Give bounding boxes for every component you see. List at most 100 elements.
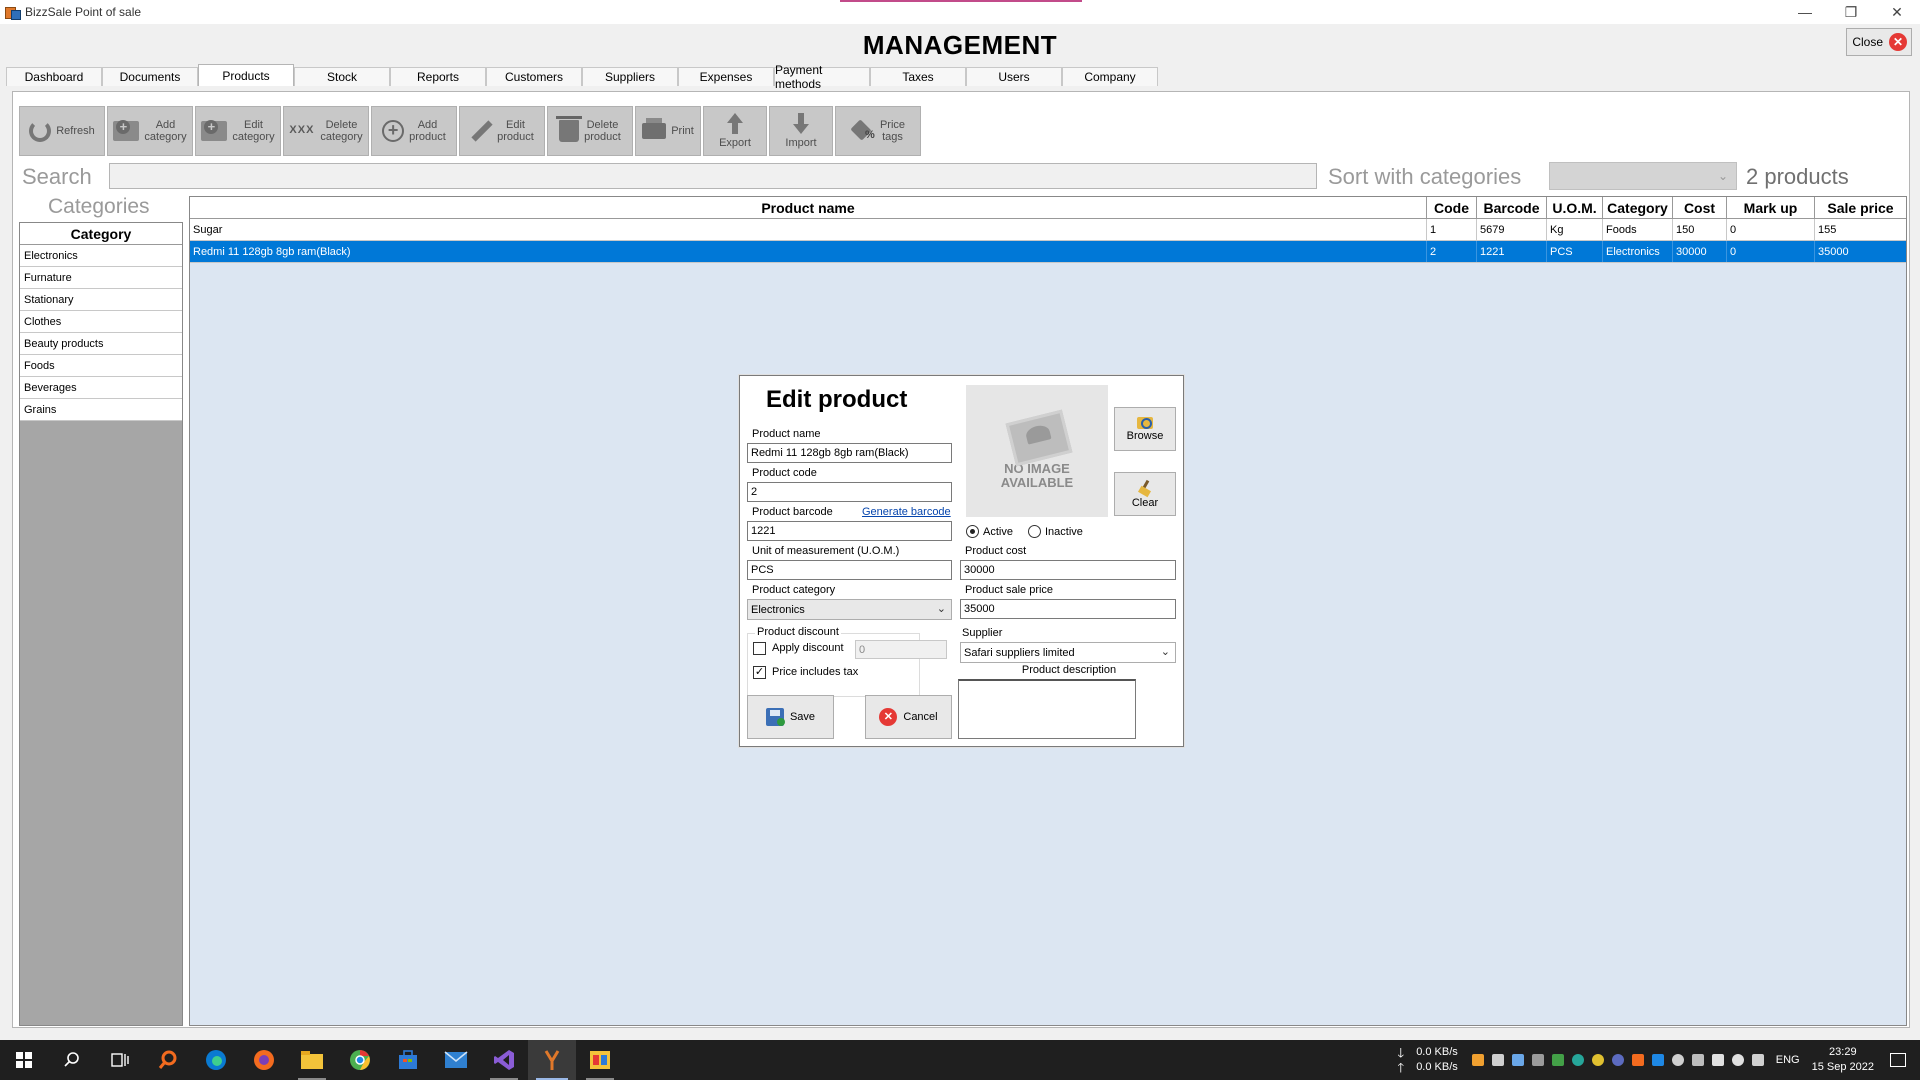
save-button[interactable]: Save (747, 695, 834, 739)
browse-image-button[interactable]: Browse (1114, 407, 1176, 451)
inactive-radio-group[interactable]: Inactive (1028, 525, 1083, 538)
tray-app-icon[interactable] (1631, 1054, 1644, 1066)
search-input[interactable] (109, 163, 1317, 189)
price-tags-button[interactable]: Price tags (835, 106, 921, 156)
product-cost-input[interactable]: 30000 (960, 560, 1176, 580)
add-category-button[interactable]: Add category (107, 106, 193, 156)
apply-discount-checkbox[interactable] (753, 642, 766, 655)
tab-stock[interactable]: Stock (294, 67, 390, 86)
column-header-product-name[interactable]: Product name (190, 197, 1427, 218)
tab-company[interactable]: Company (1062, 67, 1158, 86)
taskbar-app-store[interactable] (384, 1040, 432, 1080)
active-radio-group[interactable]: Active (966, 525, 1013, 538)
tray-app-icon[interactable] (1471, 1054, 1484, 1066)
product-category-select[interactable]: Electronics ⌄ (747, 599, 952, 620)
notification-center-icon[interactable] (1890, 1053, 1906, 1067)
add-product-button[interactable]: + Add product (371, 106, 457, 156)
tray-app-icon[interactable] (1691, 1054, 1704, 1066)
product-name-input[interactable]: Redmi 11 128gb 8gb ram(Black) (747, 443, 952, 463)
taskbar-app-firefox[interactable] (240, 1040, 288, 1080)
inactive-radio[interactable] (1028, 525, 1041, 538)
tab-reports[interactable]: Reports (390, 67, 486, 86)
tab-dashboard[interactable]: Dashboard (6, 67, 102, 86)
restore-button[interactable]: ❐ (1828, 0, 1874, 24)
window-close-button[interactable]: ✕ (1874, 0, 1920, 24)
taskbar-app-file-explorer[interactable] (288, 1040, 336, 1080)
tab-products[interactable]: Products (198, 64, 294, 86)
sort-categories-select[interactable]: ⌄ (1549, 162, 1737, 190)
taskbar-clock[interactable]: 23:29 15 Sep 2022 (1812, 1045, 1874, 1075)
cancel-button[interactable]: ✕ Cancel (865, 695, 952, 739)
tab-customers[interactable]: Customers (486, 67, 582, 86)
taskbar-app-pos-window[interactable] (576, 1040, 624, 1080)
column-header-mark-up[interactable]: Mark up (1727, 197, 1815, 218)
close-management-button[interactable]: Close ✕ (1846, 28, 1912, 56)
edit-product-button[interactable]: Edit product (459, 106, 545, 156)
tray-app-icon[interactable] (1611, 1054, 1624, 1066)
tab-documents[interactable]: Documents (102, 67, 198, 86)
taskbar-app-chrome[interactable] (336, 1040, 384, 1080)
network-icon[interactable] (1731, 1054, 1744, 1066)
tray-app-icon[interactable] (1491, 1054, 1504, 1066)
export-button[interactable]: Export (703, 106, 767, 156)
tray-app-icon[interactable] (1671, 1054, 1684, 1066)
tray-app-icon[interactable] (1591, 1054, 1604, 1066)
product-description-textarea[interactable] (958, 679, 1136, 739)
search-taskbar-button[interactable] (48, 1040, 96, 1080)
table-row-selected[interactable]: Redmi 11 128gb 8gb ram(Black) 2 1221 PCS… (190, 241, 1906, 263)
import-button[interactable]: Import (769, 106, 833, 156)
active-radio[interactable] (966, 525, 979, 538)
start-button[interactable] (0, 1040, 48, 1080)
taskbar-app-visual-studio[interactable] (480, 1040, 528, 1080)
supplier-select[interactable]: Safari suppliers limited ⌄ (960, 642, 1176, 663)
clear-image-button[interactable]: Clear (1114, 472, 1176, 516)
tab-expenses[interactable]: Expenses (678, 67, 774, 86)
column-header-code[interactable]: Code (1427, 197, 1477, 218)
bluetooth-icon[interactable] (1651, 1054, 1664, 1066)
taskbar-app-edge[interactable] (192, 1040, 240, 1080)
uom-input[interactable]: PCS (747, 560, 952, 580)
tray-app-icon[interactable] (1571, 1054, 1584, 1066)
refresh-button[interactable]: Refresh (19, 106, 105, 156)
category-column-header[interactable]: Category (20, 223, 182, 245)
tab-users[interactable]: Users (966, 67, 1062, 86)
tray-app-icon[interactable] (1551, 1054, 1564, 1066)
category-item[interactable]: Clothes (20, 311, 182, 333)
taskbar-app-search[interactable] (144, 1040, 192, 1080)
product-sale-price-input[interactable]: 35000 (960, 599, 1176, 619)
discount-input[interactable]: 0 (855, 640, 947, 659)
table-row[interactable]: Sugar 1 5679 Kg Foods 150 0 155 (190, 219, 1906, 241)
taskbar-app-bizzsale[interactable] (528, 1040, 576, 1080)
print-button[interactable]: Print (635, 106, 701, 156)
category-item[interactable]: Foods (20, 355, 182, 377)
category-item[interactable]: Stationary (20, 289, 182, 311)
price-includes-tax-checkbox[interactable]: ✓ (753, 666, 766, 679)
tray-app-icon[interactable] (1531, 1054, 1544, 1066)
delete-category-button[interactable]: XXX Delete category (283, 106, 369, 156)
tab-payment-methods[interactable]: Payment methods (774, 63, 870, 91)
column-header-uom[interactable]: U.O.M. (1547, 197, 1603, 218)
category-item[interactable]: Furnature (20, 267, 182, 289)
column-header-category[interactable]: Category (1603, 197, 1673, 218)
delete-product-button[interactable]: Delete product (547, 106, 633, 156)
edit-category-button[interactable]: Edit category (195, 106, 281, 156)
tab-taxes[interactable]: Taxes (870, 67, 966, 86)
language-indicator[interactable]: ENG (1776, 1054, 1800, 1066)
generate-barcode-link[interactable]: Generate barcode (862, 506, 951, 518)
product-barcode-input[interactable]: 1221 (747, 521, 952, 541)
taskbar-app-mail[interactable] (432, 1040, 480, 1080)
category-item[interactable]: Grains (20, 399, 182, 421)
category-item[interactable]: Beverages (20, 377, 182, 399)
category-item[interactable]: Electronics (20, 245, 182, 267)
column-header-barcode[interactable]: Barcode (1477, 197, 1547, 218)
tab-suppliers[interactable]: Suppliers (582, 67, 678, 86)
tray-app-icon[interactable] (1511, 1054, 1524, 1066)
task-view-button[interactable] (96, 1040, 144, 1080)
volume-icon[interactable] (1751, 1054, 1764, 1066)
minimize-button[interactable]: — (1782, 0, 1828, 24)
battery-icon[interactable] (1711, 1054, 1724, 1066)
column-header-sale-price[interactable]: Sale price (1815, 197, 1906, 218)
column-header-cost[interactable]: Cost (1673, 197, 1727, 218)
category-item[interactable]: Beauty products (20, 333, 182, 355)
product-code-input[interactable]: 2 (747, 482, 952, 502)
